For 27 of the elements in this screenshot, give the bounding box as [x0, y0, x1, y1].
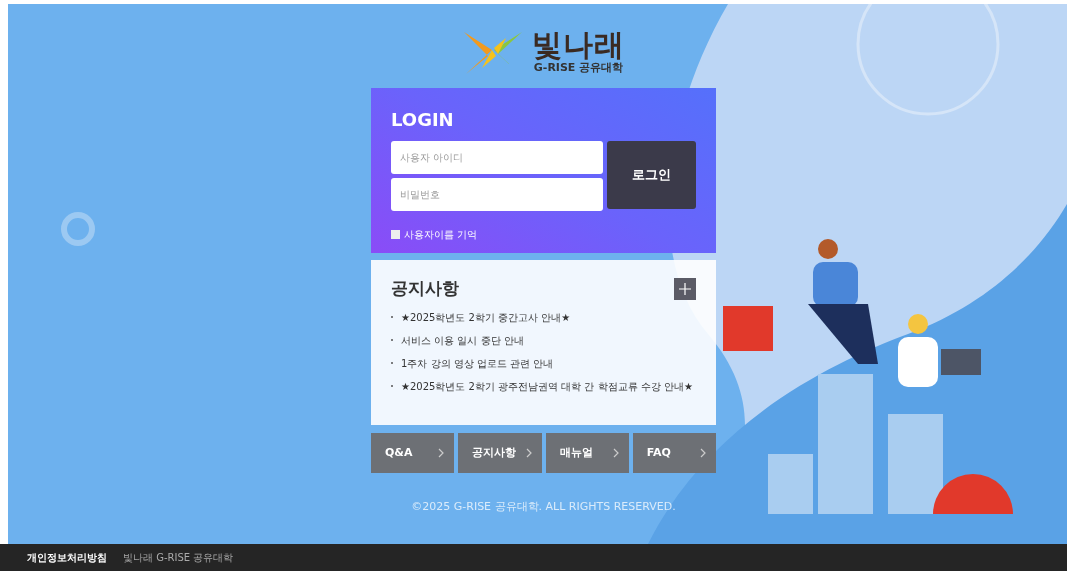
chevron-right-icon — [612, 448, 619, 458]
quick-link-button[interactable]: 매뉴얼 — [545, 433, 629, 473]
privacy-policy-link[interactable]: 개인정보처리방침 — [27, 550, 107, 565]
quick-link-button[interactable]: Q&A — [371, 433, 455, 473]
remember-label: 사용자이름 기억 — [404, 228, 478, 242]
password-field[interactable]: 비밀번호 — [391, 178, 603, 211]
notice-link[interactable]: ★2025학년도 2학기 중간고사 안내★ — [401, 309, 571, 325]
plus-icon — [679, 282, 691, 295]
quick-link-button[interactable]: 공지사항 — [458, 433, 542, 473]
remember-checkbox[interactable] — [391, 230, 400, 239]
quick-link-button[interactable]: FAQ — [632, 433, 716, 473]
notice-link[interactable]: ★2025학년도 2학기 광주전남권역 대학 간 학점교류 수강 안내★ — [401, 378, 693, 394]
copyright-text: ©2025 G-RISE 공유대학. ALL RIGHTS RESERVED. — [410, 499, 677, 515]
ring-drawing — [61, 212, 95, 246]
notice-title: 공지사항 — [391, 277, 459, 300]
chevron-right-icon — [525, 448, 532, 458]
logo-title: 빛나래 — [532, 29, 625, 60]
login-title: LOGIN — [391, 108, 455, 132]
notice-link[interactable]: 서비스 이용 일시 중단 안내 — [401, 332, 524, 348]
chevron-right-icon — [438, 448, 445, 458]
notice-link[interactable]: 1주차 강의 영상 업로드 관련 안내 — [401, 355, 554, 371]
logo-subtitle: G-RISE 공유대학 — [533, 60, 624, 76]
footer-text: 빛나래 G-RISE 공유대학 — [123, 551, 234, 565]
more-button[interactable] — [674, 277, 696, 300]
login-button[interactable]: 로그인 — [607, 141, 696, 209]
chevron-right-icon — [700, 448, 706, 458]
username-field[interactable]: 사용자 아이디 — [391, 141, 603, 174]
